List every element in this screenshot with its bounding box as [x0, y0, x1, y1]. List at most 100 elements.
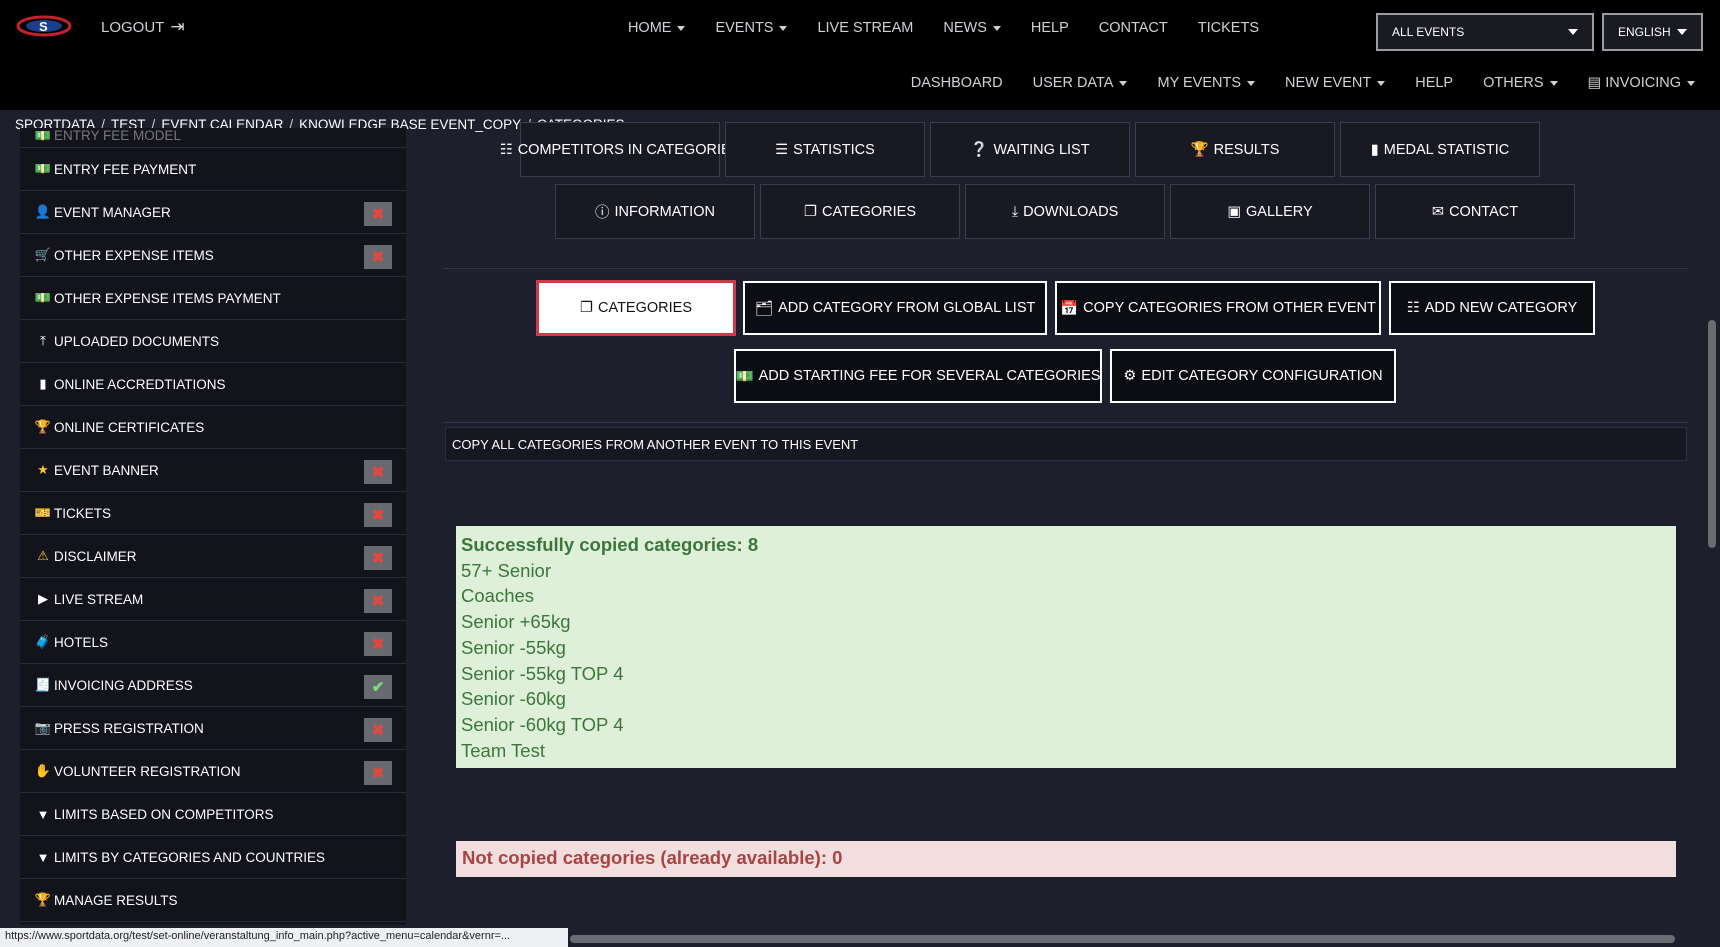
sidebar-item-label: ENTRY FEE PAYMENT	[54, 161, 197, 177]
sidebar-item-manage-results[interactable]: 🏆 MANAGE RESULTS	[20, 879, 406, 922]
category-actions-row-2: 💵 ADD STARTING FEE FOR SEVERAL CATEGORIES…	[734, 349, 1396, 403]
sidebar-item-online-accredtiations[interactable]: ▮ ONLINE ACCREDTIATIONS	[20, 363, 406, 406]
nav-item-events[interactable]: EVENTS	[700, 20, 802, 36]
close-icon[interactable]: ✖	[364, 632, 392, 656]
sidebar-item-entry-fee-model[interactable]: 💵 ENTRY FEE MODEL	[20, 128, 406, 148]
copy-section-title: COPY ALL CATEGORIES FROM ANOTHER EVENT T…	[445, 427, 1687, 461]
money-icon: 💵	[735, 368, 754, 385]
nav-item-home[interactable]: HOME	[613, 20, 701, 36]
sidebar-item-uploaded-documents[interactable]: ⤒ UPLOADED DOCUMENTS	[20, 320, 406, 363]
tab-contact[interactable]: ✉ CONTACT	[1375, 184, 1575, 239]
warning-icon: ⚠	[37, 548, 49, 563]
label: COMPETITORS IN CATEGORIES	[517, 141, 741, 158]
divider	[443, 268, 1689, 269]
label: ADD STARTING FEE FOR SEVERAL CATEGORIES	[758, 368, 1101, 384]
sidebar-item-event-banner[interactable]: ★ EVENT BANNER ✖	[20, 449, 406, 492]
camera-icon: 📷	[34, 720, 52, 735]
nav-item-invoicing[interactable]: ▤ INVOICING	[1573, 75, 1710, 91]
vertical-scrollbar[interactable]	[1708, 320, 1716, 548]
top-navbar: S LOGOUT ⇥ HOME EVENTS LIVE STREAM NEWS HELP…	[0, 0, 1720, 56]
sidebar-item-label: EVENT MANAGER	[54, 204, 171, 220]
events-select[interactable]: ALL EVENTS	[1376, 13, 1594, 51]
button-edit-category-configuration[interactable]: ⚙ EDIT CATEGORY CONFIGURATION	[1110, 349, 1396, 403]
nav-item-news[interactable]: NEWS	[928, 20, 1016, 36]
nav-item-help[interactable]: HELP	[1016, 20, 1084, 36]
sidebar-item-label: EVENT BANNER	[54, 462, 159, 478]
sidebar-item-limits-by-categories-and-countries[interactable]: ▼ LIMITS BY CATEGORIES AND COUNTRIES	[20, 836, 406, 879]
sidebar-item-label: TICKETS	[54, 505, 112, 521]
sidebar-item-limits-based-on-competitors[interactable]: ▼ LIMITS BASED ON COMPETITORS	[20, 793, 406, 836]
logout-link[interactable]: LOGOUT ⇥	[101, 17, 185, 37]
list-check-icon: ☷	[499, 141, 513, 158]
close-icon[interactable]: ✖	[364, 503, 392, 527]
tab-competitors-in-categories[interactable]: ☷ COMPETITORS IN CATEGORIES	[500, 122, 740, 177]
bar-chart-icon: ▮	[1370, 141, 1379, 158]
sidebar-item-other-expense-items-payment[interactable]: 💵 OTHER EXPENSE ITEMS PAYMENT	[20, 277, 406, 320]
button-copy-categories-from-other-event[interactable]: 📅 COPY CATEGORIES FROM OTHER EVENT	[1055, 281, 1381, 335]
close-icon[interactable]: ✖	[364, 546, 392, 570]
video-icon: ▶	[38, 591, 48, 606]
tab-statistics[interactable]: ☰ STATISTICS	[725, 122, 925, 177]
check-icon[interactable]: ✔	[364, 675, 392, 699]
tab-downloads[interactable]: ⤓ DOWNLOADS	[965, 184, 1165, 239]
copy-icon: ❐	[580, 300, 593, 316]
sidebar-item-invoicing-address[interactable]: 🧾 INVOICING ADDRESS ✔	[20, 664, 406, 707]
sidebar-item-hotels[interactable]: 🧳 HOTELS ✖	[20, 621, 406, 664]
nav-item-dashboard[interactable]: DASHBOARD	[896, 75, 1018, 91]
close-icon[interactable]: ✖	[364, 761, 392, 785]
nav-item-live-stream[interactable]: LIVE STREAM	[802, 20, 928, 36]
tab-categories[interactable]: ❐ CATEGORIES	[760, 184, 960, 239]
sportdata-logo[interactable]: S	[16, 14, 72, 38]
nav-item-tickets[interactable]: TICKETS	[1183, 20, 1274, 36]
language-select-value: ENGLISH	[1618, 25, 1671, 39]
close-icon[interactable]: ✖	[364, 202, 392, 226]
sidebar-item-custom-results-url[interactable]: 🏆CUSTOM RESULTS URL✖	[20, 922, 406, 925]
label: MEDAL STATISTIC	[1383, 141, 1510, 158]
label: EDIT CATEGORY CONFIGURATION	[1141, 368, 1383, 384]
nav-item-user-data[interactable]: USER DATA	[1018, 75, 1143, 91]
sidebar-item-live-stream[interactable]: ▶ LIVE STREAM ✖	[20, 578, 406, 621]
tab-results[interactable]: 🏆 RESULTS	[1135, 122, 1335, 177]
sidebar-item-tickets[interactable]: 🎫 TICKETS ✖	[20, 492, 406, 535]
nav-item-my-events[interactable]: MY EVENTS	[1142, 75, 1270, 91]
sidebar-item-label: MANAGE RESULTS	[54, 892, 178, 908]
nav-item-others[interactable]: OTHERS	[1468, 75, 1572, 91]
list-icon: ☰	[775, 141, 789, 158]
hand-icon: ✋	[34, 763, 52, 778]
tab-waiting-list[interactable]: ❔ WAITING LIST	[930, 122, 1130, 177]
not-copied-alert: Not copied categories (already available…	[456, 841, 1676, 877]
list-add-icon: ☷	[1406, 300, 1420, 316]
label: CATEGORIES	[598, 300, 692, 316]
close-icon[interactable]: ✖	[364, 245, 392, 269]
button-categories[interactable]: ❐ CATEGORIES	[537, 281, 735, 335]
success-alert: Successfully copied categories: 8 57+ Se…	[456, 526, 1676, 768]
category-actions-row-1: ❐ CATEGORIES 🗂 ADD CATEGORY FROM GLOBAL LIS…	[537, 281, 1595, 335]
close-icon[interactable]: ✖	[364, 589, 392, 613]
star-icon: ★	[37, 462, 49, 477]
sidebar-item-volunteer-registration[interactable]: ✋ VOLUNTEER REGISTRATION ✖	[20, 750, 406, 793]
close-icon[interactable]: ✖	[364, 460, 392, 484]
tab-medal-statistic[interactable]: ▮ MEDAL STATISTIC	[1340, 122, 1540, 177]
tab-information[interactable]: ⓘ INFORMATION	[555, 184, 755, 239]
tab-gallery[interactable]: ▣ GALLERY	[1170, 184, 1370, 239]
label: RESULTS	[1213, 141, 1280, 158]
nav-item-new-event[interactable]: NEW EVENT	[1270, 75, 1400, 91]
sidebar-item-label: PRESS REGISTRATION	[54, 720, 204, 736]
sidebar-item-disclaimer[interactable]: ⚠ DISCLAIMER ✖	[20, 535, 406, 578]
filter-icon: ▼	[36, 849, 50, 865]
sidebar-item-event-manager[interactable]: 👤 EVENT MANAGER ✖	[20, 191, 406, 234]
close-icon[interactable]: ✖	[364, 718, 392, 742]
button-add-category-from-global-list[interactable]: 🗂 ADD CATEGORY FROM GLOBAL LIST	[743, 281, 1047, 335]
sidebar-item-press-registration[interactable]: 📷 PRESS REGISTRATION ✖	[20, 707, 406, 750]
nav-item-label: INVOICING	[1605, 75, 1681, 91]
nav-item-contact[interactable]: CONTACT	[1084, 20, 1183, 36]
sidebar-item-entry-fee-payment[interactable]: 💵 ENTRY FEE PAYMENT	[20, 148, 406, 191]
nav-item-help[interactable]: HELP	[1400, 75, 1468, 91]
language-select[interactable]: ENGLISH	[1602, 13, 1703, 51]
sidebar-item-other-expense-items[interactable]: 🛒 OTHER EXPENSE ITEMS ✖	[20, 234, 406, 277]
horizontal-scrollbar[interactable]	[570, 935, 1675, 943]
sidebar-item-online-certificates[interactable]: 🏆 ONLINE CERTIFICATES	[20, 406, 406, 449]
button-add-new-category[interactable]: ☷ ADD NEW CATEGORY	[1389, 281, 1595, 335]
button-add-starting-fee-for-several-categories[interactable]: 💵 ADD STARTING FEE FOR SEVERAL CATEGORIES	[734, 349, 1102, 403]
copied-category-item: Team Test	[461, 739, 545, 761]
